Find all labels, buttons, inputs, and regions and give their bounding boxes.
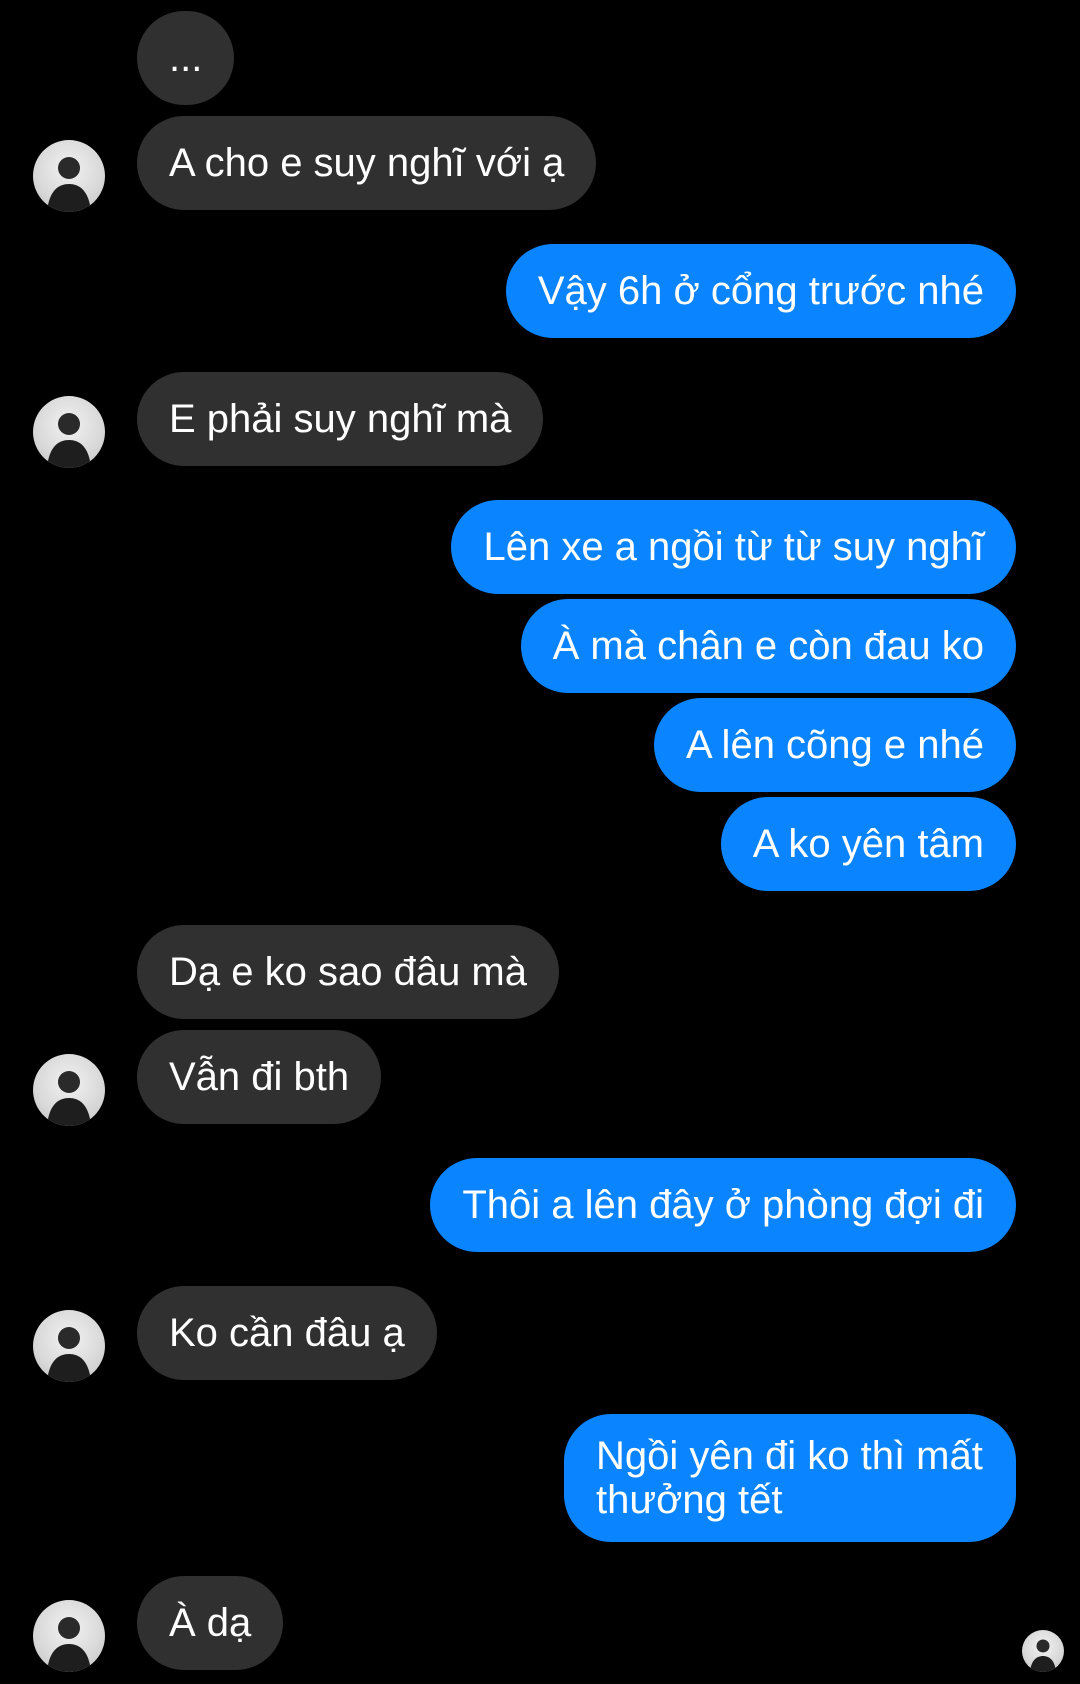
message-bubble-outgoing[interactable]: A lên cõng e nhé xyxy=(653,698,1016,792)
message-bubble-incoming[interactable]: À dạ xyxy=(137,1576,284,1670)
message-bubble-outgoing[interactable]: Lên xe a ngồi từ từ suy nghĩ xyxy=(451,500,1016,594)
contact-avatar-icon[interactable] xyxy=(33,140,105,212)
message-bubble-incoming[interactable]: Dạ e ko sao đâu mà xyxy=(137,925,559,1019)
message-bubble-outgoing[interactable]: Thôi a lên đây ở phòng đợi đi xyxy=(430,1158,1016,1252)
message-bubble-outgoing[interactable]: Ngồi yên đi ko thì mất thưởng tết xyxy=(564,1414,1016,1542)
message-bubble-incoming[interactable]: Ko cần đâu ạ xyxy=(137,1286,437,1380)
contact-avatar-icon[interactable] xyxy=(33,1600,105,1672)
message-bubble-outgoing[interactable]: A ko yên tâm xyxy=(720,797,1016,891)
message-bubble-incoming[interactable]: Vẫn đi bth xyxy=(137,1030,382,1124)
message-bubble-outgoing[interactable]: Vậy 6h ở cổng trước nhé xyxy=(505,244,1016,338)
message-bubble-incoming[interactable]: E phải suy nghĩ mà xyxy=(137,372,544,466)
message-bubble-incoming[interactable]: A cho e suy nghĩ với ạ xyxy=(137,116,597,210)
message-bubble-outgoing[interactable]: À mà chân e còn đau ko xyxy=(520,599,1016,693)
contact-avatar-icon[interactable] xyxy=(33,396,105,468)
contact-avatar-icon[interactable] xyxy=(33,1054,105,1126)
read-receipt-avatar-icon xyxy=(1022,1630,1064,1672)
message-bubble-incoming[interactable]: ... xyxy=(137,11,235,105)
contact-avatar-icon[interactable] xyxy=(33,1310,105,1382)
